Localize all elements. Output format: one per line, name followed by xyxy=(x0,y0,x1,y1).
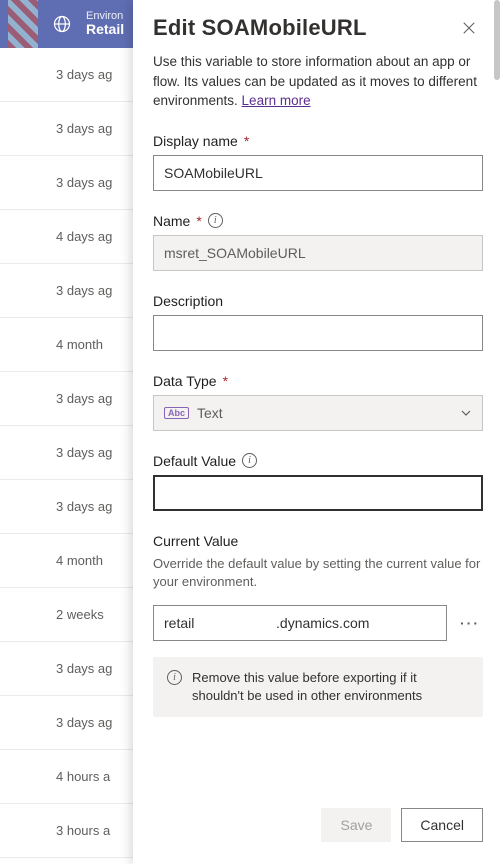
required-asterisk: * xyxy=(196,213,201,229)
row-timestamp: 3 days ag xyxy=(56,67,112,82)
current-value-subtext: Override the default value by setting th… xyxy=(153,555,483,591)
current-value-label: Current Value xyxy=(153,533,483,549)
row-timestamp: 4 hours a xyxy=(56,769,110,784)
row-timestamp: 3 days ag xyxy=(56,445,112,460)
data-type-label: Data Type * xyxy=(153,373,483,389)
environment-picker[interactable]: Environ Retail xyxy=(86,10,124,37)
default-value-input[interactable] xyxy=(153,475,483,511)
required-asterisk: * xyxy=(223,373,228,389)
row-timestamp: 3 days ag xyxy=(56,175,112,190)
row-timestamp: 3 hours a xyxy=(56,823,110,838)
header-waffle-pattern xyxy=(8,0,38,48)
data-type-select: Abc Text xyxy=(153,395,483,431)
name-input xyxy=(153,235,483,271)
row-timestamp: 4 month xyxy=(56,337,103,352)
current-value-input[interactable] xyxy=(153,605,447,641)
row-timestamp: 4 days ag xyxy=(56,229,112,244)
row-timestamp: 3 days ag xyxy=(56,715,112,730)
learn-more-link[interactable]: Learn more xyxy=(242,93,311,108)
cancel-button[interactable]: Cancel xyxy=(401,808,483,842)
row-timestamp: 3 days ag xyxy=(56,391,112,406)
data-type-value: Text xyxy=(197,405,223,421)
row-timestamp: 3 days ag xyxy=(56,283,112,298)
chevron-down-icon xyxy=(460,407,472,419)
panel-description: Use this variable to store information a… xyxy=(153,52,483,111)
info-icon[interactable]: i xyxy=(208,213,223,228)
scrollbar-thumb[interactable] xyxy=(494,0,500,80)
row-timestamp: 3 days ag xyxy=(56,121,112,136)
export-warning-box: i Remove this value before exporting if … xyxy=(153,657,483,717)
panel-footer: Save Cancel xyxy=(153,794,483,858)
display-name-label: Display name * xyxy=(153,133,483,149)
panel-title: Edit SOAMobileURL xyxy=(153,15,367,41)
required-asterisk: * xyxy=(244,133,249,149)
edit-variable-panel: Edit SOAMobileURL Use this variable to s… xyxy=(133,0,503,864)
display-name-input[interactable] xyxy=(153,155,483,191)
save-button: Save xyxy=(321,808,391,842)
info-icon[interactable]: i xyxy=(242,453,257,468)
info-icon: i xyxy=(167,670,182,685)
row-timestamp: 4 month xyxy=(56,553,103,568)
row-timestamp: 3 days ag xyxy=(56,499,112,514)
more-options-button[interactable]: ··· xyxy=(457,615,483,631)
globe-icon xyxy=(52,14,72,34)
default-value-label: Default Value i xyxy=(153,453,483,469)
panel-description-text: Use this variable to store information a… xyxy=(153,54,477,108)
environment-label: Environ xyxy=(86,10,124,22)
row-timestamp: 3 days ag xyxy=(56,661,112,676)
close-panel-button[interactable] xyxy=(455,14,483,42)
description-input[interactable] xyxy=(153,315,483,351)
close-icon xyxy=(462,21,476,35)
row-timestamp: 2 weeks xyxy=(56,607,104,622)
name-label: Name * i xyxy=(153,213,483,229)
text-type-icon: Abc xyxy=(164,407,189,419)
description-label: Description xyxy=(153,293,483,309)
environment-name: Retail xyxy=(86,22,124,37)
export-warning-text: Remove this value before exporting if it… xyxy=(192,669,469,705)
